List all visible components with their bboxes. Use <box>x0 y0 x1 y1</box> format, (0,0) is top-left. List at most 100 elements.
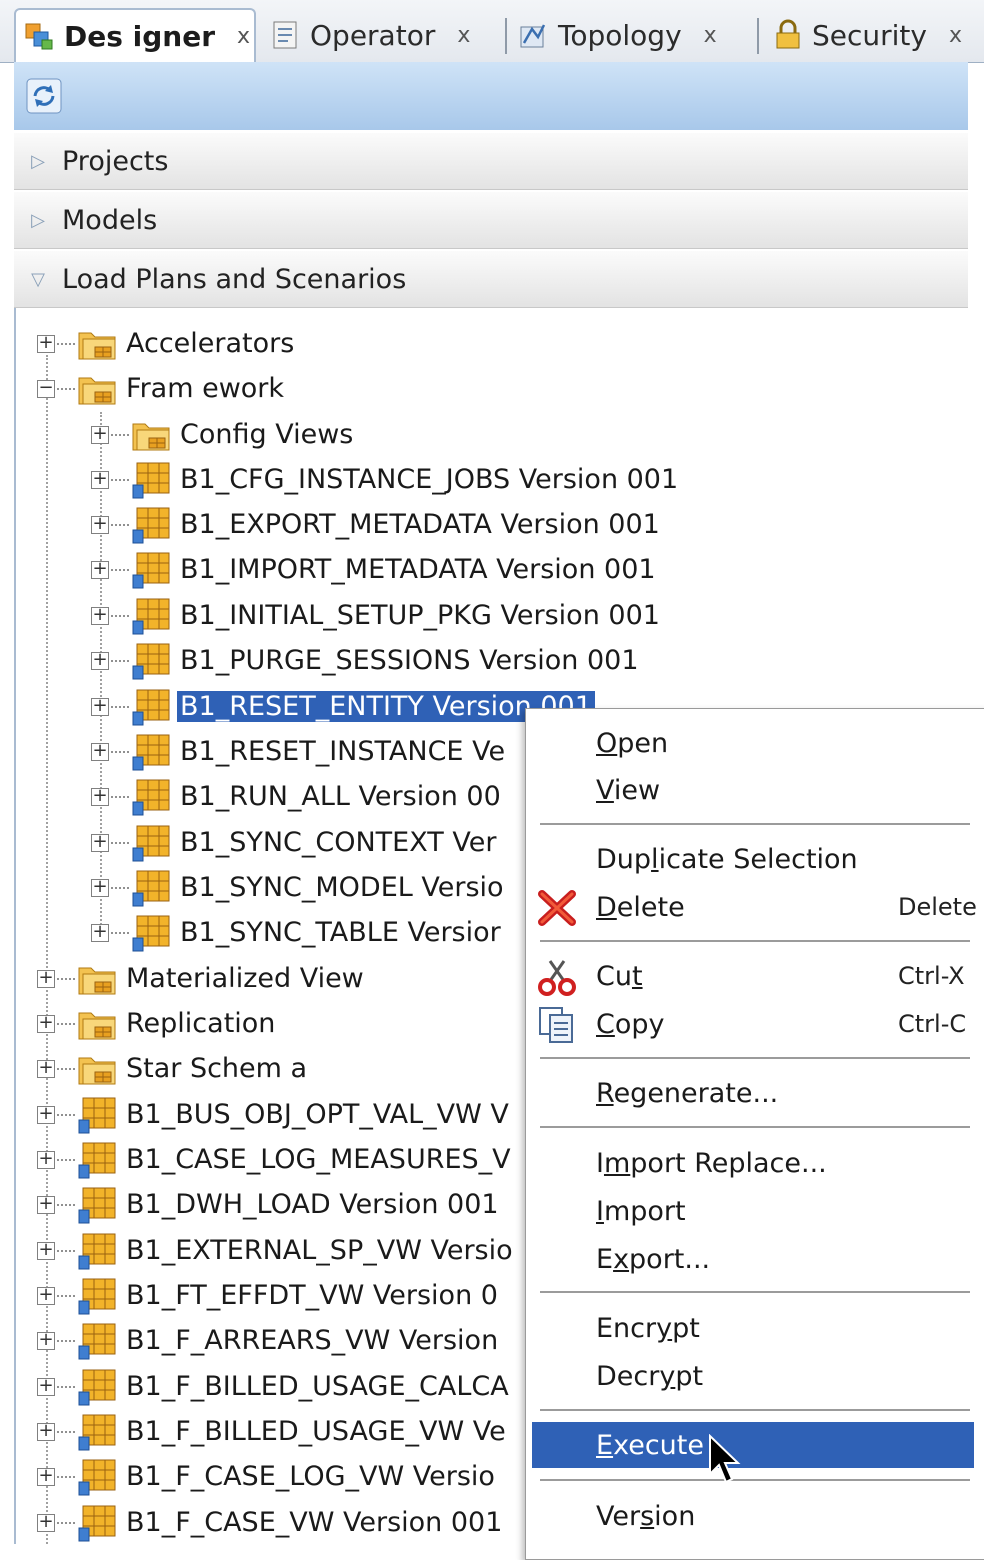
tree-node-scenario[interactable]: + B1_FT_EFFDT_VW Version 0 <box>37 1273 501 1318</box>
accordion-models[interactable]: ▷ Models <box>14 192 968 249</box>
folder-icon <box>77 1050 119 1088</box>
tree-node-scenario[interactable]: + B1_F_BILLED_USAGE_CALCA <box>37 1364 512 1409</box>
menu-item-view[interactable]: View <box>526 767 984 813</box>
folder-icon <box>77 325 119 363</box>
accordion-load-plans[interactable]: ▽ Load Plans and Scenarios <box>14 251 968 308</box>
menu-item-cut[interactable]: Cut Ctrl-X <box>526 953 984 999</box>
tree-node-materialized-view[interactable]: + Materialized View <box>37 956 367 1001</box>
tab-designer[interactable]: Des igner x <box>14 8 256 62</box>
tree-expand-icon[interactable]: + <box>37 1240 55 1260</box>
tree-expand-icon[interactable]: + <box>37 1013 55 1033</box>
menu-item-import[interactable]: Import <box>526 1188 984 1234</box>
tree-expand-icon[interactable]: + <box>37 1058 55 1078</box>
menu-item-decrypt[interactable]: Decrypt <box>526 1353 984 1399</box>
menu-item-encrypt[interactable]: Encrypt <box>526 1305 984 1351</box>
refresh-icon[interactable] <box>26 78 62 114</box>
menu-item-import-replace[interactable]: Import Replace... <box>526 1140 984 1186</box>
tree-node-scenario[interactable]: + B1_CFG_INSTANCE_JOBS Version 001 <box>91 457 681 502</box>
tree-expand-icon[interactable]: + <box>37 1104 55 1124</box>
tree-node-scenario[interactable]: + B1_BUS_OBJ_OPT_VAL_VW V <box>37 1092 512 1137</box>
tree-node-scenario[interactable]: + B1_RESET_INSTANCE Ve <box>91 729 508 774</box>
context-menu: Open View Duplicate Selection Delete Del… <box>525 708 984 1560</box>
tree-node-label: B1_PURGE_SESSIONS Version 001 <box>180 645 639 676</box>
tab-separator <box>505 18 507 54</box>
menu-item-open[interactable]: Open <box>526 720 984 766</box>
tree-expand-icon[interactable]: + <box>37 1194 55 1214</box>
tree-expand-icon[interactable]: + <box>37 1466 55 1486</box>
tree-expand-icon[interactable]: + <box>37 1330 55 1350</box>
tree-expand-icon[interactable]: + <box>91 559 109 579</box>
tree-expand-icon[interactable]: + <box>37 1285 55 1305</box>
tree-expand-icon[interactable]: + <box>91 696 109 716</box>
tree-expand-icon[interactable]: + <box>91 832 109 852</box>
tree-node-scenario[interactable]: + B1_SYNC_CONTEXT Ver <box>91 820 499 865</box>
tree-expand-icon[interactable]: + <box>37 1512 55 1532</box>
tab-operator-close-icon[interactable]: x <box>457 23 470 48</box>
tree-node-scenario[interactable]: + B1_INITIAL_SETUP_PKG Version 001 <box>91 593 663 638</box>
tree-expand-icon[interactable]: + <box>91 650 109 670</box>
scenario-icon <box>131 914 173 952</box>
tree-expand-icon[interactable]: + <box>91 786 109 806</box>
tree-node-replication[interactable]: + Replication <box>37 1001 278 1046</box>
tree-expand-icon[interactable]: + <box>37 1376 55 1396</box>
tree-expand-icon[interactable]: + <box>91 922 109 942</box>
menu-item-duplicate-selection[interactable]: Duplicate Selection <box>526 836 984 882</box>
tab-topology-close-icon[interactable]: x <box>704 23 717 48</box>
tree-node-label: B1_F_BILLED_USAGE_VW Ve <box>126 1416 506 1447</box>
tree-node-label: Accelerators <box>126 328 295 359</box>
tree-expand-icon[interactable]: + <box>91 514 109 534</box>
tree-node-label: B1_SYNC_MODEL Versio <box>180 872 504 903</box>
scenario-icon <box>77 1232 119 1270</box>
scenario-icon <box>77 1277 119 1315</box>
tree-node-scenario[interactable]: + B1_EXTERNAL_SP_VW Versio <box>37 1228 516 1273</box>
menu-item-regenerate[interactable]: Regenerate... <box>526 1070 984 1116</box>
tree-node-scenario-selected[interactable]: + B1_RESET_ENTITY Version 001 <box>91 684 595 729</box>
menu-item-export[interactable]: Export... <box>526 1236 984 1282</box>
tree-node-scenario[interactable]: + B1_SYNC_MODEL Versio <box>91 865 507 910</box>
tree-node-label: Replication <box>126 1008 276 1039</box>
tree-node-scenario[interactable]: + B1_F_BILLED_USAGE_VW Ve <box>37 1409 509 1454</box>
menu-item-version[interactable]: Version <box>526 1493 984 1539</box>
tree-expand-icon[interactable]: + <box>91 741 109 761</box>
delete-x-icon <box>538 890 576 926</box>
tab-topology[interactable]: Topology x <box>518 8 717 62</box>
tree-node-scenario[interactable]: + B1_F_CASE_VW Version 001 <box>37 1500 505 1545</box>
scenario-icon <box>77 1504 119 1542</box>
tree-node-config-views[interactable]: + Config Views <box>91 412 356 457</box>
tree-node-label: B1_IMPORT_METADATA Version 001 <box>180 554 656 585</box>
tree-expand-icon[interactable]: + <box>37 1421 55 1441</box>
scenario-icon <box>131 688 173 726</box>
tab-security[interactable]: Security x <box>772 8 962 62</box>
tree-expand-icon[interactable]: + <box>91 877 109 897</box>
tree-node-scenario[interactable]: + B1_SYNC_TABLE Versior <box>91 910 504 955</box>
scenario-icon <box>77 1413 119 1451</box>
tab-designer-close-icon[interactable]: x <box>237 24 250 49</box>
tab-operator[interactable]: Operator x <box>270 8 470 62</box>
tree-node-scenario[interactable]: + B1_DWH_LOAD Version 001 <box>37 1182 502 1227</box>
tree-node-label: B1_RUN_ALL Version 00 <box>180 781 501 812</box>
tab-security-close-icon[interactable]: x <box>949 23 962 48</box>
tree-collapse-icon[interactable]: − <box>37 378 55 398</box>
tree-expand-icon[interactable]: + <box>37 1149 55 1169</box>
tree-node-label: Fram ework <box>126 373 285 404</box>
tree-node-scenario[interactable]: + B1_PURGE_SESSIONS Version 001 <box>91 638 642 683</box>
tree-node-star-schema[interactable]: + Star Schem a <box>37 1046 310 1091</box>
accordion-projects[interactable]: ▷ Projects <box>14 133 968 190</box>
tree-node-scenario[interactable]: + B1_F_ARREARS_VW Version <box>37 1318 501 1363</box>
tree-node-framework[interactable]: − Fram ework <box>37 366 287 411</box>
tree-node-scenario[interactable]: + B1_IMPORT_METADATA Version 001 <box>91 547 659 592</box>
tree-node-scenario[interactable]: + B1_RUN_ALL Version 00 <box>91 774 504 819</box>
tree-node-scenario[interactable]: + B1_CASE_LOG_MEASURES_V <box>37 1137 514 1182</box>
tree-node-scenario[interactable]: + B1_EXPORT_METADATA Version 001 <box>91 502 663 547</box>
tree-node-accelerators[interactable]: + Accelerators <box>37 321 297 366</box>
scenario-icon <box>77 1368 119 1406</box>
tree-expand-icon[interactable]: + <box>91 469 109 489</box>
menu-item-copy[interactable]: Copy Ctrl-C <box>526 1001 984 1047</box>
menu-item-delete[interactable]: Delete Delete <box>526 884 984 930</box>
menu-item-execute[interactable]: Execute <box>532 1422 974 1468</box>
tree-node-scenario[interactable]: + B1_F_CASE_LOG_VW Versio <box>37 1454 498 1499</box>
tree-expand-icon[interactable]: + <box>91 424 109 444</box>
tree-expand-icon[interactable]: + <box>37 333 55 353</box>
tree-expand-icon[interactable]: + <box>91 605 109 625</box>
tree-expand-icon[interactable]: + <box>37 968 55 988</box>
